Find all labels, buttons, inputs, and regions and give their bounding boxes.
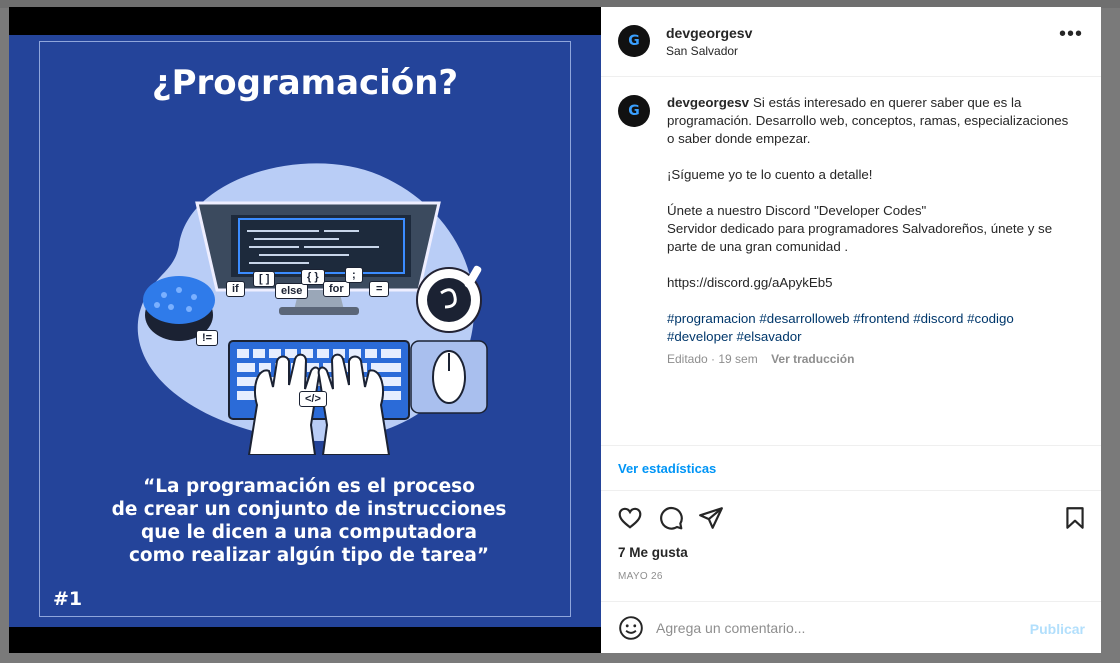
code-bubble: =	[369, 281, 390, 297]
caption-text: Únete a nuestro Discord "Developer Codes…	[667, 203, 927, 218]
heart-icon[interactable]	[617, 505, 643, 531]
code-bubble: !=	[196, 330, 219, 346]
caption-username[interactable]: devgeorgesv	[667, 95, 749, 110]
hashtag-list: #programacion #desarrolloweb #frontend #…	[667, 310, 1077, 346]
code-bubble: { }	[301, 269, 325, 285]
code-bubble: [ ]	[253, 271, 276, 287]
hashtag-link[interactable]: #frontend	[853, 311, 909, 326]
post-header: G devgeorgesv San Salvador •••	[601, 7, 1101, 77]
quote-line: que le dicen a una computadora	[141, 522, 477, 543]
code-bubble: </>	[299, 391, 327, 407]
code-bubble: if	[226, 281, 245, 297]
view-stats-link[interactable]: Ver estadísticas	[618, 461, 716, 476]
header-location[interactable]: San Salvador	[666, 44, 738, 58]
image-content: ¿Programación? if [] else {} for ; = !…	[9, 35, 601, 627]
hashtag-link[interactable]: #discord	[913, 311, 963, 326]
publish-button[interactable]: Publicar	[1030, 621, 1085, 637]
code-bubble: else	[275, 283, 309, 299]
image-number-tag: #1	[53, 588, 83, 610]
quote-line: de crear un conjunto de instrucciones	[111, 499, 507, 520]
comment-input[interactable]	[656, 615, 1016, 641]
post-caption: devgeorgesv Si estás interesado en querer…	[667, 94, 1077, 346]
mouse	[432, 350, 466, 404]
edited-label: Editado · 19 sem	[667, 352, 758, 366]
more-horizontal-icon[interactable]: •••	[1059, 24, 1083, 44]
caption-meta: Editado · 19 sem Ver traducción	[667, 352, 854, 366]
code-bubble: for	[323, 281, 350, 297]
comment-row: Publicar	[601, 601, 1101, 653]
caption-text: ¡Sígueme yo te lo cuento a detalle!	[667, 167, 873, 182]
hashtag-link[interactable]: #programacion	[667, 311, 756, 326]
image-title: ¿Programación?	[151, 63, 459, 103]
post-image[interactable]: ¿Programación? if [] else {} for ; = !…	[9, 7, 601, 653]
post-details-panel: G devgeorgesv San Salvador ••• G devgeor…	[601, 7, 1101, 653]
image-quote: “La programación es el proceso de crear …	[99, 475, 519, 567]
avatar-letter: G	[628, 103, 640, 119]
hashtag-link[interactable]: #elsavador	[737, 329, 802, 344]
hashtag-link[interactable]: #codigo	[967, 311, 1014, 326]
share-icon[interactable]	[698, 505, 724, 531]
likes-count[interactable]: 7 Me gusta	[618, 545, 688, 560]
avatar[interactable]: G	[618, 95, 650, 127]
action-bar: 7 Me gusta MAYO 26	[601, 491, 1101, 601]
code-bubble: ;	[345, 267, 363, 283]
header-username[interactable]: devgeorgesv	[666, 25, 752, 41]
stats-row: Ver estadísticas	[601, 445, 1101, 491]
quote-line: “La programación es el proceso	[143, 476, 475, 497]
emoji-icon[interactable]	[618, 615, 644, 641]
bookmark-icon[interactable]	[1062, 505, 1088, 531]
quote-line: como realizar algún tipo de tarea”	[128, 545, 490, 566]
caption-area: G devgeorgesv Si estás interesado en quer…	[601, 77, 1101, 445]
caption-text: Servidor dedicado para programadores Sal…	[667, 221, 1053, 254]
avatar[interactable]: G	[618, 25, 650, 57]
caption-link[interactable]: https://discord.gg/aApykEb5	[667, 274, 1077, 292]
hashtag-link[interactable]: #desarrolloweb	[759, 311, 849, 326]
avatar-letter: G	[628, 33, 640, 49]
post-date: MAYO 26	[618, 571, 663, 582]
comment-icon[interactable]	[658, 505, 684, 531]
hashtag-link[interactable]: #developer	[667, 329, 733, 344]
translate-button[interactable]: Ver traducción	[771, 352, 854, 366]
